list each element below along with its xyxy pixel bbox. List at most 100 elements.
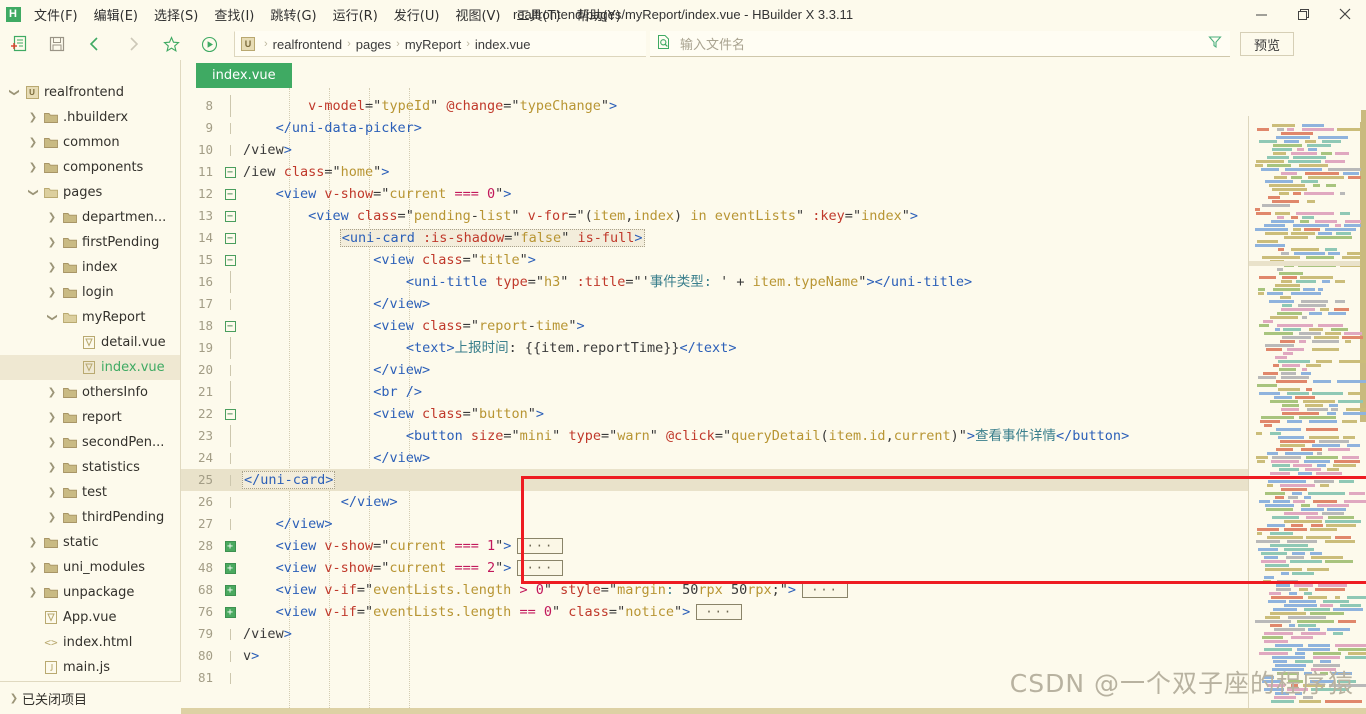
chevron-right-icon[interactable]: ❯ xyxy=(44,462,60,473)
tree-item-thirdpending[interactable]: ❯ thirdPending xyxy=(0,505,180,530)
tree-item-common[interactable]: ❯ common xyxy=(0,130,180,155)
fold-expand-icon[interactable]: + xyxy=(221,606,239,618)
star-icon[interactable] xyxy=(152,29,190,59)
code-editor[interactable]: 8 v-model="typeId" @change="typeChange">… xyxy=(181,88,1366,714)
menu-goto[interactable]: 跳转(G) xyxy=(262,1,324,28)
code-line[interactable]: 12− <view v-show="current === 0"> xyxy=(181,183,1366,205)
tree-item-pages[interactable]: ❯ pages xyxy=(0,180,180,205)
chevron-right-icon[interactable]: ❯ xyxy=(25,562,41,573)
code-line[interactable]: 23 <button size="mini" type="warn" @clic… xyxy=(181,425,1366,447)
search-input[interactable]: 输入文件名 xyxy=(680,34,745,53)
tree-item-realfrontend[interactable]: ❯ Urealfrontend xyxy=(0,80,180,105)
code-line[interactable]: 25 </uni-card> xyxy=(181,469,1366,491)
tree-item-index-html[interactable]: <> index.html xyxy=(0,630,180,655)
menu-bar[interactable]: 文件(F) 编辑(E) 选择(S) 查找(I) 跳转(G) 运行(R) 发行(U… xyxy=(26,0,629,28)
code-line[interactable]: 21 <br /> xyxy=(181,381,1366,403)
vertical-scrollbar[interactable] xyxy=(1361,60,1366,714)
tree-item-secondpen---[interactable]: ❯ secondPen... xyxy=(0,430,180,455)
code-minimap[interactable] xyxy=(1248,116,1366,714)
chevron-right-icon[interactable]: ❯ xyxy=(25,112,41,123)
chevron-right-icon[interactable]: ❯ xyxy=(25,587,41,598)
menu-view[interactable]: 视图(V) xyxy=(447,1,508,28)
tree-item-app-vue[interactable]: App.vue xyxy=(0,605,180,630)
menu-file[interactable]: 文件(F) xyxy=(26,1,86,28)
menu-run[interactable]: 运行(R) xyxy=(325,1,386,28)
chevron-right-icon[interactable]: ❯ xyxy=(44,487,60,498)
code-line[interactable]: 28 + <view v-show="current === 1"> ··· xyxy=(181,535,1366,557)
editor-tabstrip[interactable]: index.vue xyxy=(181,60,1366,88)
forward-icon[interactable] xyxy=(114,29,152,59)
scrollbar-thumb[interactable] xyxy=(1361,110,1366,290)
menu-select[interactable]: 选择(S) xyxy=(146,1,206,28)
maximize-button[interactable] xyxy=(1282,0,1324,28)
chevron-right-icon[interactable]: ❯ xyxy=(44,412,60,423)
fold-collapse-icon[interactable]: − xyxy=(221,210,239,222)
breadcrumb-realfrontend[interactable]: realfrontend xyxy=(273,37,342,52)
code-line[interactable]: 48 + <view v-show="current === 2"> ··· xyxy=(181,557,1366,579)
code-line[interactable]: 15− <view class="title"> xyxy=(181,249,1366,271)
tree-item--hbuilderx[interactable]: ❯ .hbuilderx xyxy=(0,105,180,130)
folded-region-marker[interactable]: ··· xyxy=(517,538,564,554)
chevron-right-icon[interactable]: ❯ xyxy=(25,137,41,148)
run-icon[interactable] xyxy=(190,29,228,59)
tree-item-othersinfo[interactable]: ❯ othersInfo xyxy=(0,380,180,405)
fold-expand-icon[interactable]: + xyxy=(221,584,239,596)
tab-index-vue[interactable]: index.vue xyxy=(196,63,292,88)
tree-item-myreport[interactable]: ❯ myReport xyxy=(0,305,180,330)
menu-find[interactable]: 查找(I) xyxy=(206,1,262,28)
tree-item-main-js[interactable]: main.js xyxy=(0,655,180,680)
tree-item-index-vue[interactable]: index.vue xyxy=(0,355,180,380)
breadcrumb-pages[interactable]: pages xyxy=(356,37,391,52)
code-line[interactable]: 19 <text>上报时间: {{item.reportTime}}</text… xyxy=(181,337,1366,359)
chevron-right-icon[interactable]: ❯ xyxy=(44,437,60,448)
code-line[interactable]: 14− <uni-card :is-shadow="false" is-full… xyxy=(181,227,1366,249)
code-line[interactable]: 8 v-model="typeId" @change="typeChange"> xyxy=(181,95,1366,117)
code-line[interactable]: 13− <view class="pending-list" v-for="(i… xyxy=(181,205,1366,227)
chevron-down-icon[interactable]: ❯ xyxy=(47,310,58,326)
tree-item-detail-vue[interactable]: detail.vue xyxy=(0,330,180,355)
code-line[interactable]: 79/view> xyxy=(181,623,1366,645)
fold-collapse-icon[interactable]: − xyxy=(221,408,239,420)
file-tree[interactable]: ❯ Urealfrontend ❯ .hbuilderx ❯ common ❯ compone… xyxy=(0,60,180,680)
close-button[interactable] xyxy=(1324,0,1366,28)
breadcrumb-myreport[interactable]: myReport xyxy=(405,37,461,52)
filter-icon[interactable] xyxy=(1208,35,1222,52)
code-line[interactable]: 26 </view> xyxy=(181,491,1366,513)
fold-collapse-icon[interactable]: − xyxy=(221,188,239,200)
fold-collapse-icon[interactable]: − xyxy=(221,232,239,244)
back-icon[interactable] xyxy=(76,29,114,59)
tree-item-departmen---[interactable]: ❯ departmen... xyxy=(0,205,180,230)
tree-item-report[interactable]: ❯ report xyxy=(0,405,180,430)
breadcrumb[interactable]: U › realfrontend › pages › myReport › in… xyxy=(234,31,646,57)
chevron-down-icon[interactable]: ❯ xyxy=(9,85,20,101)
chevron-right-icon[interactable]: ❯ xyxy=(44,387,60,398)
menu-edit[interactable]: 编辑(E) xyxy=(86,1,146,28)
code-line[interactable]: 20 </view> xyxy=(181,359,1366,381)
fold-collapse-icon[interactable]: − xyxy=(221,166,239,178)
fold-collapse-icon[interactable]: − xyxy=(221,320,239,332)
chevron-right-icon[interactable]: ❯ xyxy=(44,212,60,223)
folded-region-marker[interactable]: ··· xyxy=(696,604,743,620)
fold-expand-icon[interactable]: + xyxy=(221,562,239,574)
folded-region-marker[interactable]: ··· xyxy=(517,560,564,576)
menu-publish[interactable]: 发行(U) xyxy=(386,1,448,28)
chevron-right-icon[interactable]: ❯ xyxy=(44,237,60,248)
tree-item-test[interactable]: ❯ test xyxy=(0,480,180,505)
chevron-right-icon[interactable]: ❯ xyxy=(25,537,41,548)
breadcrumb-indexvue[interactable]: index.vue xyxy=(475,37,531,52)
tree-item-statistics[interactable]: ❯ statistics xyxy=(0,455,180,480)
fold-expand-icon[interactable]: + xyxy=(221,540,239,552)
tree-item-unpackage[interactable]: ❯ unpackage xyxy=(0,580,180,605)
chevron-right-icon[interactable]: ❯ xyxy=(44,287,60,298)
tree-item-components[interactable]: ❯ components xyxy=(0,155,180,180)
preview-button[interactable]: 预览 xyxy=(1240,32,1294,56)
menu-help[interactable]: 帮助(Y) xyxy=(569,1,629,28)
tree-item-static[interactable]: ❯ static xyxy=(0,530,180,555)
chevron-right-icon[interactable]: ❯ xyxy=(44,512,60,523)
project-explorer[interactable]: ❯ Urealfrontend ❯ .hbuilderx ❯ common ❯ compone… xyxy=(0,60,181,714)
save-icon[interactable] xyxy=(38,29,76,59)
tree-item-index[interactable]: ❯ index xyxy=(0,255,180,280)
window-controls[interactable] xyxy=(1240,0,1366,28)
code-line[interactable]: 16 <uni-title type="h3" :title="'事件类型: '… xyxy=(181,271,1366,293)
code-line[interactable]: 68 + <view v-if="eventLists.length > 0" s… xyxy=(181,579,1366,601)
